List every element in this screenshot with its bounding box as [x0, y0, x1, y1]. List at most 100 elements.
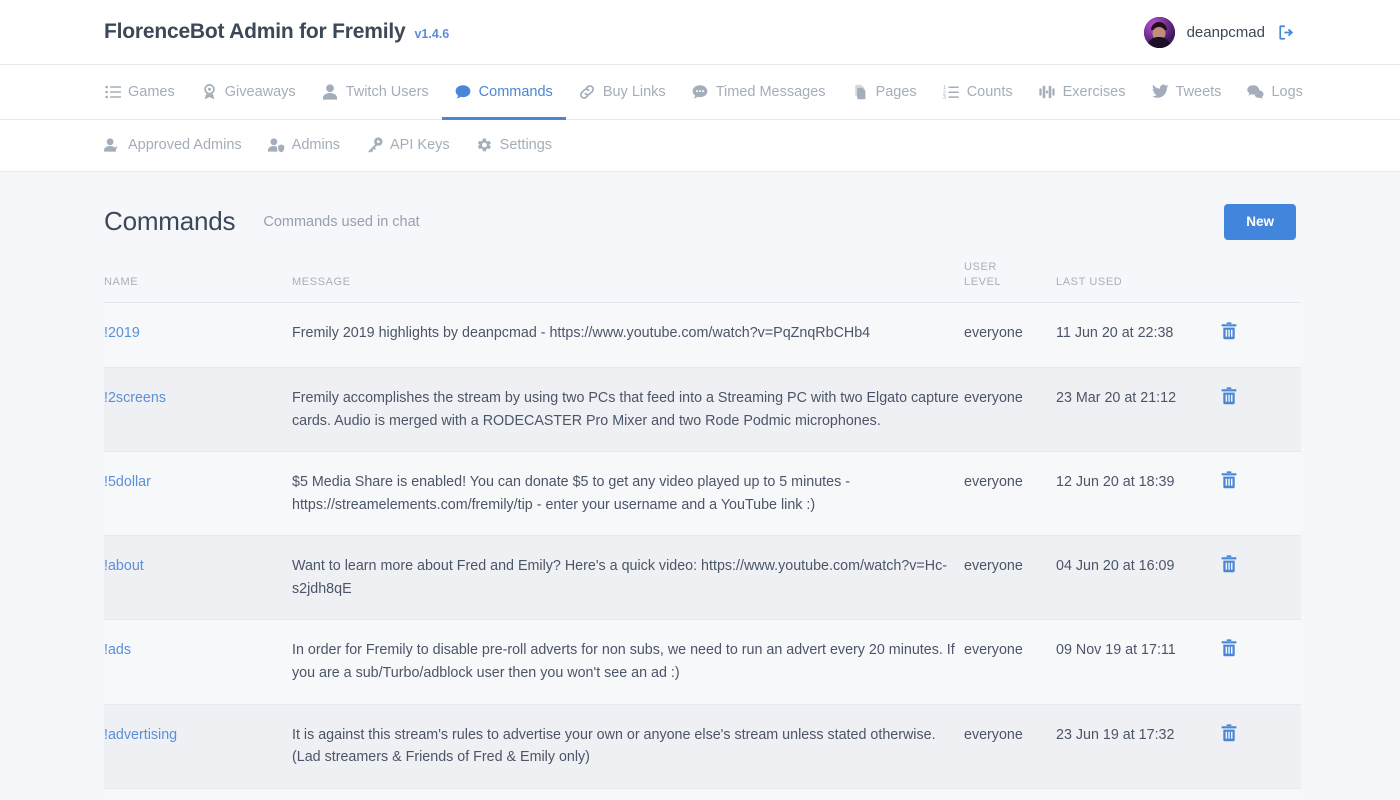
secondary-nav: Approved Admins Admins API Keys Settings [0, 120, 1400, 172]
nav-item-tweets[interactable]: Tweets [1139, 66, 1235, 120]
cell-last-used: 23 Jun 19 at 17:32 [1056, 704, 1221, 789]
nav-label: Games [128, 83, 175, 100]
table-row: !about Want to learn more about Fred and… [104, 535, 1301, 621]
nav-item-api-keys[interactable]: API Keys [353, 121, 463, 172]
column-header-last-used: LAST USED [1056, 259, 1221, 304]
user-area: deanpcmad [1143, 16, 1296, 48]
cell-last-used: 11 Jun 20 at 19:35 [1056, 788, 1221, 800]
nav-item-settings[interactable]: Settings [463, 121, 565, 172]
delete-button[interactable] [1221, 322, 1237, 340]
cell-user-level: everyone [964, 788, 1056, 800]
column-header-message: MESSAGE [292, 259, 964, 304]
nav-item-twitch-users[interactable]: Twitch Users [309, 66, 442, 120]
cell-last-used: 12 Jun 20 at 18:39 [1056, 451, 1221, 537]
cell-name: !advice [104, 788, 292, 800]
cell-message: $5 Media Share is enabled! You can donat… [292, 451, 964, 537]
table-row: !2019 Fremily 2019 highlights by deanpcm… [104, 302, 1301, 368]
cell-last-used: 11 Jun 20 at 22:38 [1056, 302, 1221, 368]
delete-button[interactable] [1221, 555, 1237, 573]
nav-label: Timed Messages [715, 83, 826, 100]
nav-item-giveaways[interactable]: Giveaways [188, 66, 309, 120]
trash-icon [1221, 639, 1237, 657]
avatar[interactable] [1143, 16, 1175, 48]
cell-user-level: everyone [964, 302, 1056, 368]
delete-button[interactable] [1221, 723, 1237, 742]
ordered-list-icon: 1 2 3 [943, 83, 960, 100]
nav-label: Exercises [1062, 83, 1126, 100]
nav-item-counts[interactable]: 1 2 3 Counts [930, 66, 1026, 120]
cell-actions [1221, 302, 1301, 368]
table-row: !advice Are you a new streamer looking f… [104, 788, 1301, 800]
cell-message: In order for Fremily to disable pre-roll… [292, 619, 964, 705]
command-link[interactable]: !2019 [104, 325, 140, 341]
column-header-user-level: USER LEVEL [964, 259, 1056, 304]
sign-out-icon[interactable] [1277, 23, 1296, 42]
main-content: Commands Commands used in chat New NAME … [0, 172, 1400, 800]
nav-label: Counts [966, 83, 1013, 100]
command-link[interactable]: !about [104, 558, 144, 574]
nav-item-games[interactable]: Games [104, 66, 188, 120]
cell-message: Are you a new streamer looking for advic… [292, 788, 964, 800]
command-link[interactable]: !ads [104, 642, 131, 658]
comments-icon [1247, 83, 1264, 100]
nav-label: Giveaways [224, 83, 296, 100]
column-header-actions [1221, 259, 1301, 304]
nav-item-timed-messages[interactable]: Timed Messages [679, 66, 839, 120]
svg-text:3: 3 [943, 95, 946, 100]
nav-label: Pages [875, 83, 917, 100]
delete-button[interactable] [1221, 639, 1237, 657]
nav-item-exercises[interactable]: Exercises [1026, 66, 1139, 120]
cell-user-level: everyone [964, 535, 1056, 621]
table-row: !5dollar $5 Media Share is enabled! You … [104, 451, 1301, 537]
nav-label: Buy Links [602, 83, 666, 100]
column-header-name: NAME [104, 259, 292, 304]
cell-user-level: everyone [964, 619, 1056, 705]
cell-user-level: everyone [964, 367, 1056, 453]
cell-name: !advertising [104, 704, 292, 789]
nav-label: Approved Admins [128, 137, 242, 153]
primary-nav: Games Giveaways Twitch Users Commands Bu… [0, 65, 1400, 120]
trash-icon [1221, 322, 1237, 340]
cell-message: Want to learn more about Fred and Emily?… [292, 535, 964, 621]
gear-icon [476, 137, 493, 154]
page-subtitle: Commands used in chat [263, 213, 420, 230]
cell-actions [1221, 367, 1301, 453]
command-link[interactable]: !2screens [104, 390, 166, 406]
nav-label: Twitch Users [345, 83, 429, 100]
command-link[interactable]: !5dollar [104, 474, 151, 490]
user-shield-icon [267, 137, 285, 154]
nav-item-admins[interactable]: Admins [255, 121, 353, 172]
cell-name: !2019 [104, 302, 292, 368]
nav-label: API Keys [390, 137, 450, 153]
cell-name: !ads [104, 619, 292, 705]
page-header: Commands Commands used in chat New [104, 172, 1296, 260]
nav-item-pages[interactable]: Pages [839, 66, 930, 120]
nav-item-commands[interactable]: Commands [441, 66, 566, 120]
brand: FlorenceBot Admin for Fremily v1.4.6 [104, 20, 449, 44]
command-link[interactable]: !advertising [104, 727, 177, 743]
new-button[interactable]: New [1224, 204, 1296, 240]
trash-icon [1221, 555, 1237, 573]
cell-last-used: 23 Mar 20 at 21:12 [1056, 367, 1221, 453]
username-label: deanpcmad [1186, 23, 1265, 41]
cell-message: Fremily accomplishes the stream by using… [292, 367, 964, 453]
cell-actions [1221, 788, 1301, 800]
list-icon [104, 83, 121, 100]
cell-actions [1221, 704, 1301, 789]
nav-item-buy-links[interactable]: Buy Links [566, 66, 679, 120]
delete-button[interactable] [1221, 387, 1237, 405]
copy-icon [852, 83, 869, 100]
table-header-row: NAME MESSAGE USER LEVEL LAST USED [104, 259, 1301, 304]
nav-item-logs[interactable]: Logs [1234, 66, 1315, 120]
cell-user-level: everyone [964, 704, 1056, 789]
nav-item-approved-admins[interactable]: Approved Admins [104, 121, 255, 172]
commands-table: NAME MESSAGE USER LEVEL LAST USED !2019 [104, 259, 1301, 800]
table-header: NAME MESSAGE USER LEVEL LAST USED [104, 259, 1301, 304]
cell-last-used: 09 Nov 19 at 17:11 [1056, 619, 1221, 705]
comment-icon [455, 83, 472, 100]
award-icon [201, 83, 218, 100]
page-title: Commands [104, 206, 236, 237]
delete-button[interactable] [1221, 471, 1237, 489]
cell-message: It is against this stream's rules to adv… [292, 704, 964, 789]
cell-user-level: everyone [964, 451, 1056, 537]
